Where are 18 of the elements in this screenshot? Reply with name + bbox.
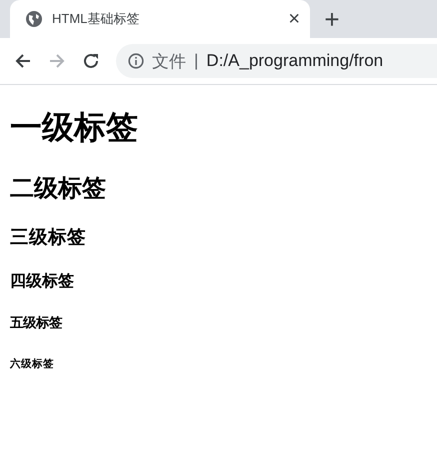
reload-button[interactable] <box>82 52 100 70</box>
heading: 三级标签 <box>10 224 86 249</box>
globe-icon <box>26 11 42 27</box>
separator: | <box>194 51 198 71</box>
browser-tab[interactable]: HTML基础标签 × <box>10 0 310 38</box>
info-icon[interactable] <box>128 53 144 69</box>
heading: 二级标签 <box>10 174 106 204</box>
scheme-label: 文件 <box>152 50 186 72</box>
heading: 五级标签 <box>10 314 62 332</box>
back-button[interactable] <box>14 52 32 70</box>
heading: 一级标签 <box>10 108 138 148</box>
url-text: D:/A_programming/fron <box>206 51 384 71</box>
new-tab-button[interactable]: + <box>324 6 340 32</box>
heading: 六级标签 <box>10 357 54 372</box>
tab-title: HTML基础标签 <box>52 10 140 28</box>
address-bar[interactable]: 文件 | D:/A_programming/fron <box>116 44 437 78</box>
heading: 四级标签 <box>10 272 74 292</box>
close-tab-button[interactable]: × <box>288 9 300 29</box>
